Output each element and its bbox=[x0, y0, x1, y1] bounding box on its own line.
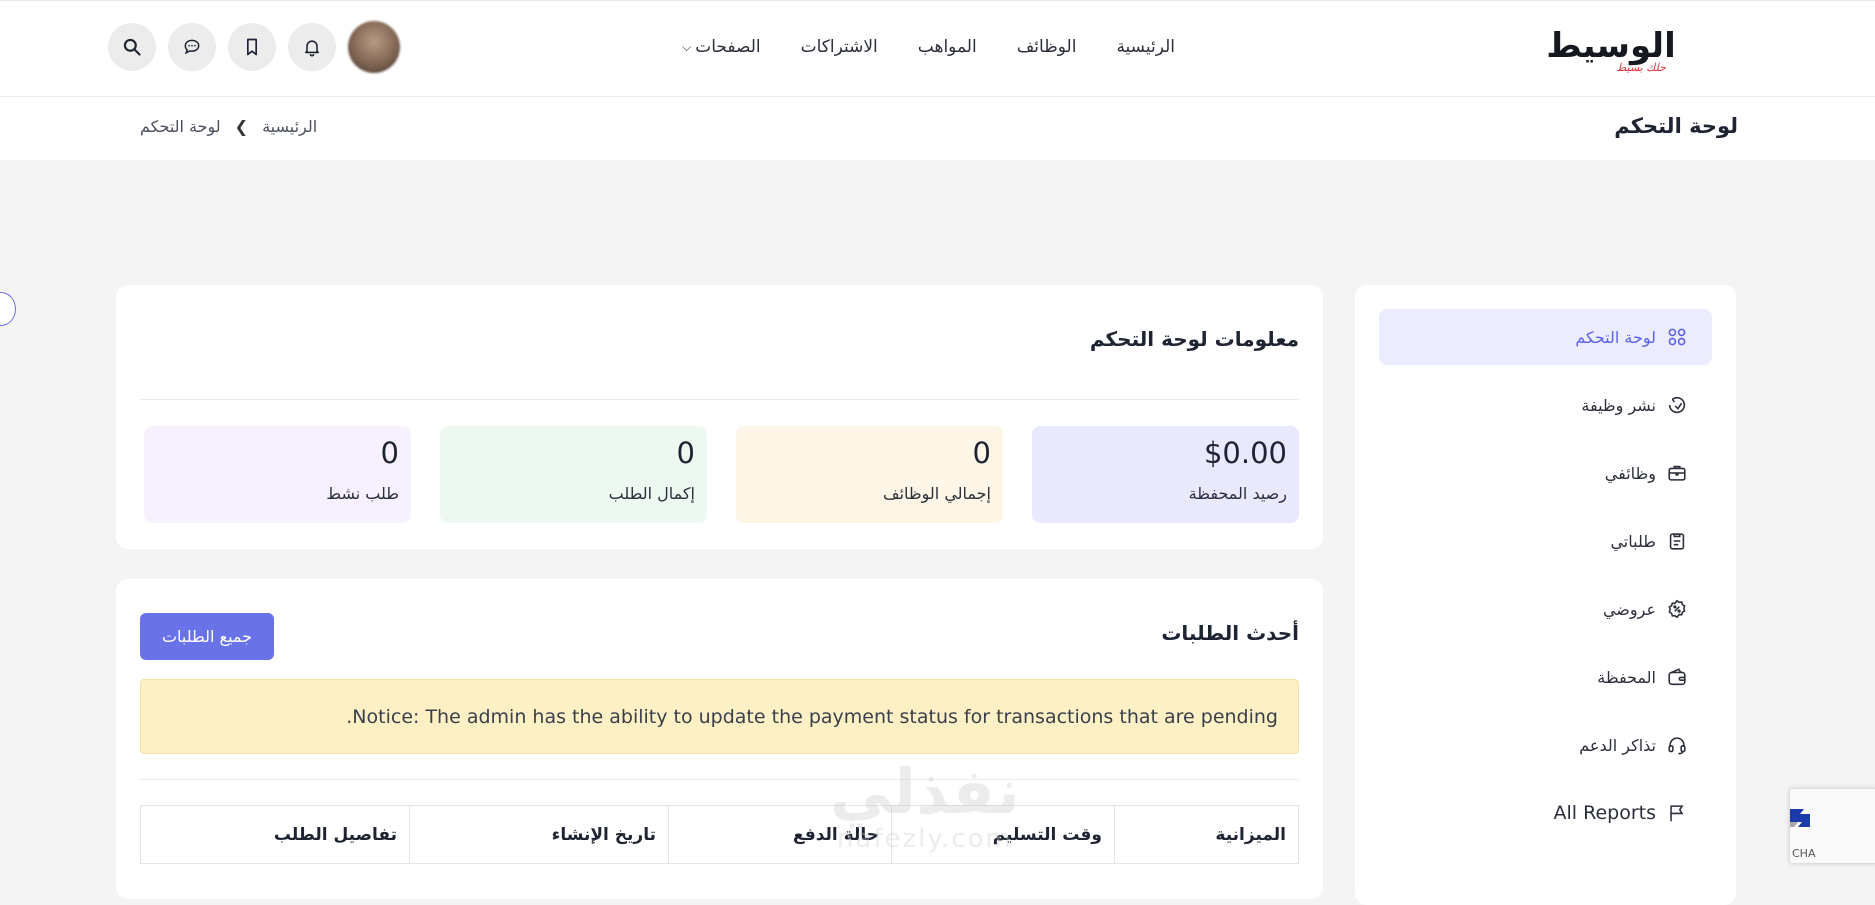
stat-label: رصيد المحفظة bbox=[1188, 484, 1287, 503]
stat-value: 0 bbox=[380, 436, 399, 470]
stat-wallet-balance: $0.00 رصيد المحفظة bbox=[1032, 426, 1299, 523]
admin-notice: .Notice: The admin has the ability to up… bbox=[140, 679, 1299, 754]
grid-icon bbox=[1668, 328, 1686, 346]
sidebar-item-my-offers[interactable]: عروضي bbox=[1379, 581, 1712, 637]
recaptcha-label: CHA bbox=[1792, 847, 1816, 860]
floating-handle[interactable] bbox=[0, 292, 16, 326]
stat-label: إكمال الطلب bbox=[608, 484, 695, 503]
sidebar-item-support-tickets[interactable]: تذاكر الدعم bbox=[1379, 717, 1712, 773]
stat-active-orders: 0 طلب نشط bbox=[144, 426, 411, 523]
nav-link-talents[interactable]: المواهب bbox=[918, 37, 977, 57]
bookmarks-button[interactable] bbox=[228, 23, 276, 71]
dashboard-info-card: معلومات لوحة التحكم $0.00 رصيد المحفظة 0… bbox=[116, 285, 1323, 549]
search-button[interactable] bbox=[108, 23, 156, 71]
dashboard-info-title: معلومات لوحة التحكم bbox=[1089, 327, 1299, 351]
dashboard-sidebar: لوحة التحكم نشر وظيفة وظائفي طلباتي عروض… bbox=[1355, 285, 1736, 905]
sidebar-item-label: لوحة التحكم bbox=[1575, 327, 1656, 347]
stat-total-jobs: 0 إجمالي الوظائف bbox=[736, 426, 1003, 523]
nav-link-home[interactable]: الرئيسية bbox=[1116, 37, 1175, 57]
chat-icon bbox=[184, 39, 200, 55]
stat-label: إجمالي الوظائف bbox=[883, 484, 991, 503]
page-title-bar: لوحة التحكم الرئيسية ❯ لوحة التحكم bbox=[0, 97, 1875, 160]
watermark: نفذلي nafezly.com bbox=[830, 755, 1020, 855]
sidebar-item-label: المحفظة bbox=[1597, 667, 1656, 687]
orders-table-header: الميزانية وقت التسليم حالة الدفع تاريخ ا… bbox=[140, 805, 1299, 864]
sidebar-item-label: وظائفي bbox=[1604, 463, 1656, 483]
bell-icon bbox=[304, 40, 320, 57]
search-icon bbox=[123, 38, 141, 56]
divider bbox=[140, 779, 1299, 780]
sidebar-item-wallet[interactable]: المحفظة bbox=[1379, 649, 1712, 705]
stat-value: $0.00 bbox=[1203, 436, 1287, 470]
watermark-latin: nafezly.com bbox=[836, 824, 1013, 854]
page-title: لوحة التحكم bbox=[1614, 114, 1738, 138]
sidebar-item-my-orders[interactable]: طلباتي bbox=[1379, 513, 1712, 569]
chevron-down-icon: ⌵ bbox=[682, 39, 692, 54]
briefcase-icon bbox=[1668, 465, 1686, 481]
post-job-icon bbox=[1668, 396, 1686, 414]
sidebar-item-label: طلباتي bbox=[1610, 531, 1656, 551]
header-actions bbox=[108, 21, 400, 73]
stat-completed-orders: 0 إكمال الطلب bbox=[440, 426, 707, 523]
column-header-created-at: تاريخ الإنشاء bbox=[409, 806, 668, 863]
sidebar-item-dashboard[interactable]: لوحة التحكم bbox=[1379, 309, 1712, 365]
stat-value: 0 bbox=[972, 436, 991, 470]
nav-link-jobs[interactable]: الوظائف bbox=[1017, 37, 1077, 57]
nav-pages-label: الصفحات bbox=[695, 37, 761, 57]
top-navbar: الوسيط حلك بسيط الرئيسية الوظائف المواهب… bbox=[0, 0, 1875, 97]
stat-label: طلب نشط bbox=[326, 484, 399, 503]
chevron-left-icon: ❯ bbox=[234, 117, 249, 136]
watermark-arabic: نفذلي bbox=[830, 755, 1020, 828]
breadcrumb-home[interactable]: الرئيسية bbox=[262, 117, 317, 136]
nav-link-pages[interactable]: الصفحات ⌵ bbox=[682, 37, 761, 57]
svg-text:حلك بسيط: حلك بسيط bbox=[1616, 61, 1666, 74]
sidebar-menu: لوحة التحكم نشر وظيفة وظائفي طلباتي عروض… bbox=[1379, 309, 1712, 853]
clipboard-icon bbox=[1669, 533, 1685, 550]
all-orders-button[interactable]: جميع الطلبات bbox=[140, 613, 274, 660]
nav-link-subscriptions[interactable]: الاشتراكات bbox=[801, 37, 878, 57]
messages-button[interactable] bbox=[168, 23, 216, 71]
sidebar-item-all-reports[interactable]: All Reports bbox=[1379, 785, 1712, 841]
sidebar-item-label: عروضي bbox=[1602, 599, 1656, 619]
wallet-icon bbox=[1668, 668, 1686, 686]
sidebar-item-my-jobs[interactable]: وظائفي bbox=[1379, 445, 1712, 501]
main-nav: الرئيسية الوظائف المواهب الاشتراكات الصف… bbox=[682, 37, 1175, 57]
badge-percent-icon bbox=[1668, 599, 1686, 619]
recaptcha-badge[interactable]: CHA bbox=[1789, 788, 1875, 864]
sidebar-item-label: All Reports bbox=[1553, 802, 1656, 824]
notifications-button[interactable] bbox=[288, 23, 336, 71]
column-header-budget: الميزانية bbox=[1114, 806, 1298, 863]
sidebar-item-label: نشر وظيفة bbox=[1581, 395, 1656, 415]
sidebar-item-label: تذاكر الدعم bbox=[1579, 735, 1656, 755]
recaptcha-icon bbox=[1790, 809, 1810, 827]
headset-icon bbox=[1668, 737, 1686, 755]
recent-orders-title: أحدث الطلبات bbox=[1161, 621, 1299, 645]
stat-value: 0 bbox=[676, 436, 695, 470]
brand-logo[interactable]: الوسيط حلك بسيط bbox=[1491, 27, 1731, 75]
breadcrumb-current: لوحة التحكم bbox=[140, 117, 221, 136]
breadcrumb: الرئيسية ❯ لوحة التحكم bbox=[140, 117, 317, 136]
flag-icon bbox=[1670, 805, 1684, 822]
stats-row: $0.00 رصيد المحفظة 0 إجمالي الوظائف 0 إك… bbox=[144, 426, 1299, 523]
sidebar-item-post-job[interactable]: نشر وظيفة bbox=[1379, 377, 1712, 433]
brand-logo-mark: الوسيط حلك بسيط bbox=[1546, 27, 1675, 74]
bookmark-icon bbox=[247, 38, 257, 56]
column-header-order-details: تفاصيل الطلب bbox=[273, 824, 397, 845]
divider bbox=[140, 399, 1299, 400]
user-avatar[interactable] bbox=[348, 21, 400, 73]
recent-orders-card: أحدث الطلبات جميع الطلبات .Notice: The a… bbox=[116, 579, 1323, 899]
